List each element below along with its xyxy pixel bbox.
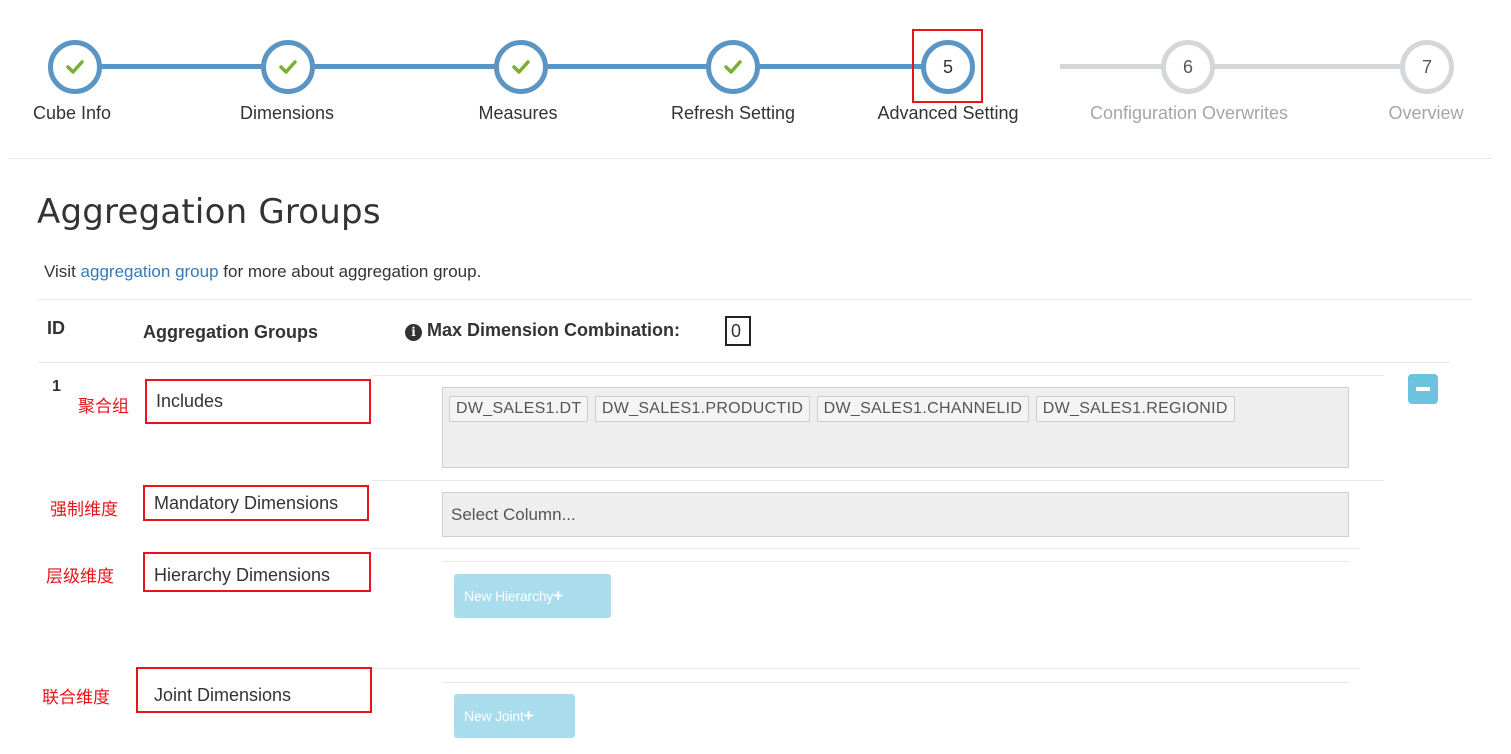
step-4-circle[interactable] — [706, 40, 760, 94]
aggregation-group-link[interactable]: aggregation group — [81, 262, 219, 281]
mandatory-annotation: 强制维度 — [50, 500, 118, 519]
step-7-label[interactable]: Overview — [1388, 103, 1463, 124]
includes-annotation: 聚合组 — [78, 397, 129, 416]
includes-bottom-border — [372, 480, 1384, 481]
new-hierarchy-label: New Hierarchy — [464, 588, 554, 604]
info-icon[interactable]: i — [405, 324, 422, 341]
hierarchy-inner-border — [442, 561, 1349, 562]
joint-dimensions-label: Joint Dimensions — [136, 667, 372, 713]
hierarchy-annotation: 层级维度 — [46, 567, 114, 586]
progress-track-todo — [1060, 64, 1427, 69]
new-joint-button[interactable]: New Joint+ — [454, 694, 575, 738]
check-icon — [512, 60, 530, 74]
column-header-id: ID — [47, 318, 65, 338]
step-1-circle[interactable] — [48, 40, 102, 94]
current-step-highlight — [912, 29, 983, 103]
mandatory-dimensions-select[interactable]: Select Column... — [442, 492, 1349, 537]
help-text-suffix: for more about aggregation group. — [218, 262, 482, 281]
step-5-label[interactable]: Advanced Setting — [877, 103, 1018, 124]
step-6-circle[interactable]: 6 — [1161, 40, 1215, 94]
step-3-circle[interactable] — [494, 40, 548, 94]
step-1-label[interactable]: Cube Info — [33, 103, 111, 124]
joint-annotation: 联合维度 — [42, 688, 110, 707]
table-top-border — [38, 299, 1472, 300]
page-title: Aggregation Groups — [37, 192, 381, 232]
step-7-circle[interactable]: 7 — [1400, 40, 1454, 94]
check-icon — [724, 60, 742, 74]
plus-icon: + — [523, 706, 534, 725]
wizard-divider — [8, 158, 1492, 159]
step-4-label[interactable]: Refresh Setting — [671, 103, 795, 124]
dimension-tag[interactable]: DW_SALES1.REGIONID — [1035, 396, 1235, 422]
new-joint-label: New Joint — [464, 708, 524, 724]
check-icon — [279, 60, 297, 74]
mandatory-bottom-border — [372, 548, 1360, 549]
includes-label: Includes — [145, 379, 371, 424]
remove-group-button[interactable] — [1408, 374, 1438, 404]
step-7-number: 7 — [1421, 56, 1432, 77]
dimension-tag[interactable]: DW_SALES1.PRODUCTID — [594, 396, 811, 422]
includes-dimensions-select[interactable]: DW_SALES1.DT DW_SALES1.PRODUCTID DW_SALE… — [442, 387, 1349, 468]
step-2-circle[interactable] — [261, 40, 315, 94]
help-text-prefix: Visit — [44, 262, 81, 281]
joint-inner-border — [442, 682, 1349, 683]
check-icon — [66, 60, 84, 74]
step-2-label[interactable]: Dimensions — [240, 103, 334, 124]
column-header-max-combination: i Max Dimension Combination: — [405, 320, 680, 341]
hierarchy-dimensions-label: Hierarchy Dimensions — [143, 552, 371, 592]
max-combination-label: Max Dimension Combination: — [427, 320, 681, 340]
max-combination-input[interactable]: 0 — [725, 316, 751, 346]
hierarchy-bottom-border — [372, 668, 1360, 669]
includes-top-border — [372, 375, 1384, 376]
new-hierarchy-button[interactable]: New Hierarchy+ — [454, 574, 611, 618]
header-bottom-border — [38, 362, 1450, 363]
step-6-label[interactable]: Configuration Overwrites — [1090, 103, 1288, 124]
plus-icon: + — [553, 586, 563, 605]
step-3-label[interactable]: Measures — [478, 103, 557, 124]
dimension-tag[interactable]: DW_SALES1.DT — [449, 396, 589, 422]
dimension-tag[interactable]: DW_SALES1.CHANNELID — [816, 396, 1030, 422]
column-header-aggregation-groups: Aggregation Groups — [143, 322, 318, 342]
help-text: Visit aggregation group for more about a… — [44, 262, 481, 282]
mandatory-dimensions-label: Mandatory Dimensions — [143, 485, 369, 521]
step-6-number: 6 — [1182, 56, 1193, 77]
group-id: 1 — [52, 378, 61, 395]
